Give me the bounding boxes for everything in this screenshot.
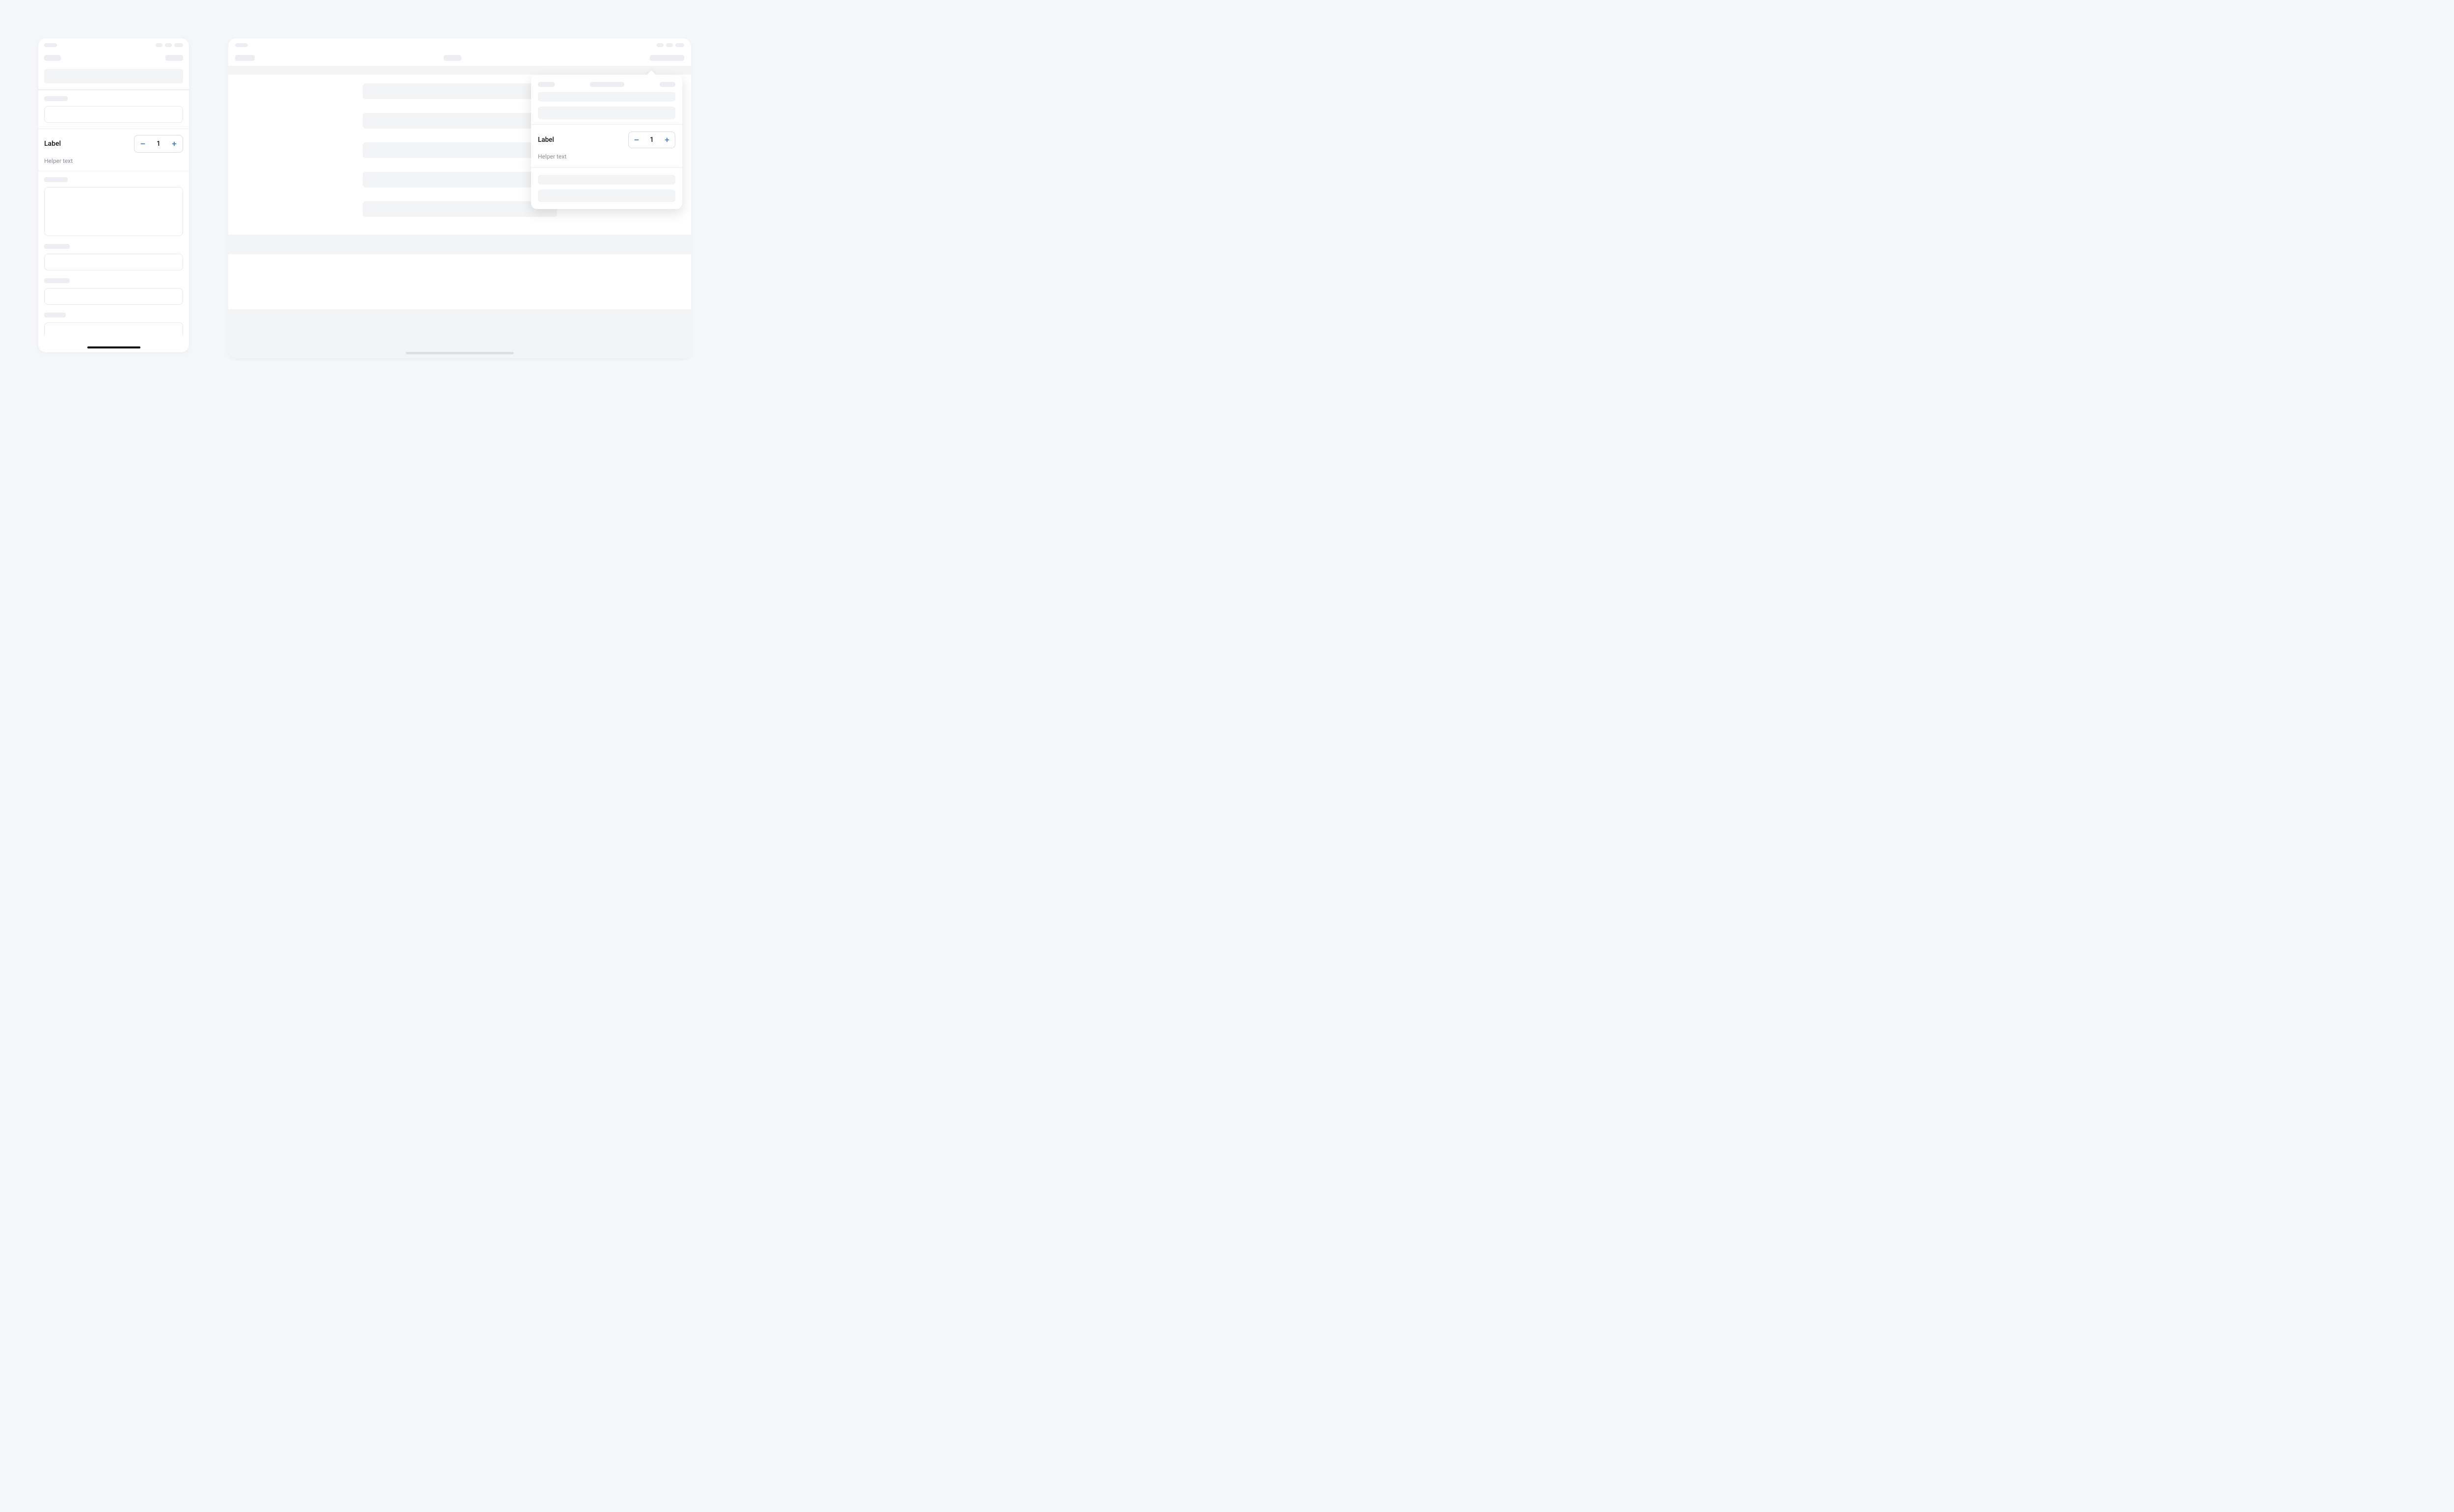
minus-icon [634,137,640,143]
input-placeholder [44,322,183,335]
plus-icon [664,137,670,143]
input-placeholder [44,254,183,270]
status-battery-placeholder [174,43,183,47]
header-left-placeholder [235,55,255,61]
mobile-section-3 [38,171,189,242]
tablet-status-bar [228,38,691,50]
status-signal-placeholder [156,43,162,47]
section-title-placeholder [44,313,66,318]
section-title-placeholder [44,244,70,249]
mobile-header [38,50,189,66]
input-placeholder [44,106,183,123]
status-time-placeholder [235,43,248,47]
popover-header-right-placeholder [660,82,675,87]
mobile-hero-placeholder [44,69,183,83]
popover-row-placeholder [538,106,675,119]
mobile-frame: Label 1 Helper text [38,38,189,352]
plus-icon [171,141,177,147]
content-row-placeholder [363,113,557,129]
input-placeholder [44,288,183,305]
stepper-label: Label [44,140,61,148]
popover-header [531,75,682,92]
tablet-frame: Label 1 Helper text [228,38,691,358]
popover-bottom [531,167,682,209]
header-center-placeholder [444,55,461,61]
stepper-helper-text: Helper text [44,158,73,164]
tablet-bottom-band [228,309,691,358]
mobile-section-6 [38,311,189,335]
header-right-placeholder [165,55,183,61]
popover-header-left-placeholder [538,82,555,87]
stepper-decrement-button[interactable] [629,132,644,148]
mobile-section-5 [38,276,189,311]
home-indicator [87,346,140,348]
tablet-mid-band [228,235,691,254]
section-title-placeholder [44,278,70,283]
header-right-placeholder [650,55,684,61]
status-time-placeholder [44,43,57,47]
content-row-placeholder [363,172,557,187]
popover-row-placeholder [538,175,675,185]
popover: Label 1 Helper text [531,75,682,209]
stepper-helper-text: Helper text [538,153,566,160]
section-title-placeholder [44,96,68,101]
mobile-section-1 [38,90,189,129]
textarea-placeholder [44,187,183,236]
status-battery-placeholder [675,43,684,47]
popover-stepper-section: Label 1 Helper text [531,124,682,167]
tablet-subheader-band [228,66,691,75]
status-wifi-placeholder [666,43,673,47]
stepper-value: 1 [644,136,659,144]
stepper-increment-button[interactable] [166,135,183,152]
content-row-placeholder [363,201,557,217]
tablet-home-handle [406,352,514,354]
header-left-placeholder [44,55,61,61]
stepper-decrement-button[interactable] [134,135,151,152]
minus-icon [140,141,146,147]
content-row-placeholder [363,142,557,158]
status-signal-placeholder [657,43,664,47]
stepper-label: Label [538,136,554,144]
quantity-stepper: 1 [134,135,183,153]
stepper-increment-button[interactable] [659,132,675,148]
stepper-value: 1 [151,140,166,148]
popover-row-placeholder [538,92,675,102]
popover-header-center-placeholder [590,82,624,87]
content-row-placeholder [363,83,557,99]
mobile-section-4 [38,242,189,276]
quantity-stepper: 1 [628,132,675,148]
popover-row-placeholder [538,189,675,202]
mobile-stepper-section: Label 1 Helper text [38,129,189,171]
status-wifi-placeholder [165,43,172,47]
mobile-status-bar [38,38,189,50]
section-title-placeholder [44,177,68,182]
tablet-header [228,50,691,66]
